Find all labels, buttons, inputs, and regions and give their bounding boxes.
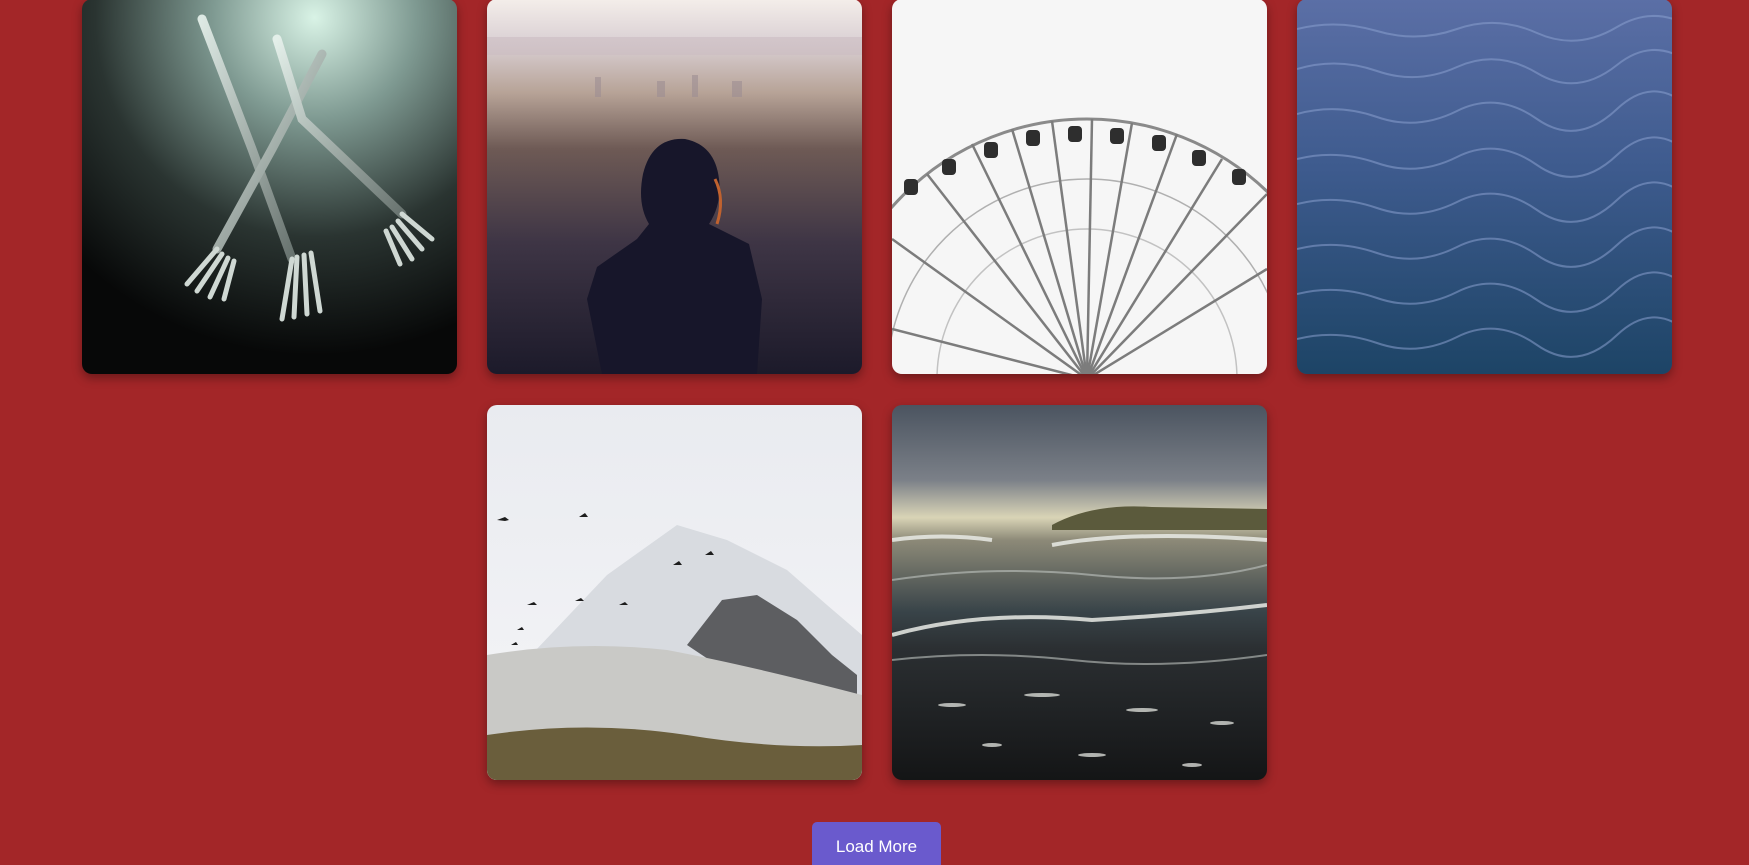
load-more-button[interactable]: Load More — [812, 822, 941, 865]
gallery-image-woman-city[interactable] — [487, 0, 862, 374]
gallery-image-forks[interactable] — [82, 0, 457, 374]
gallery-image-beach[interactable] — [892, 405, 1267, 780]
ocean-image — [1297, 0, 1672, 374]
gallery-image-snowy-mountain[interactable] — [487, 405, 862, 780]
forks-image — [82, 0, 457, 374]
image-gallery: Load More — [0, 0, 1749, 865]
gallery-image-ocean[interactable] — [1297, 0, 1672, 374]
ferris-wheel-image — [892, 0, 1267, 374]
snowy-mountain-image — [487, 405, 862, 780]
gallery-image-ferris-wheel[interactable] — [892, 0, 1267, 374]
woman-city-image — [487, 0, 862, 374]
beach-image — [892, 405, 1267, 780]
